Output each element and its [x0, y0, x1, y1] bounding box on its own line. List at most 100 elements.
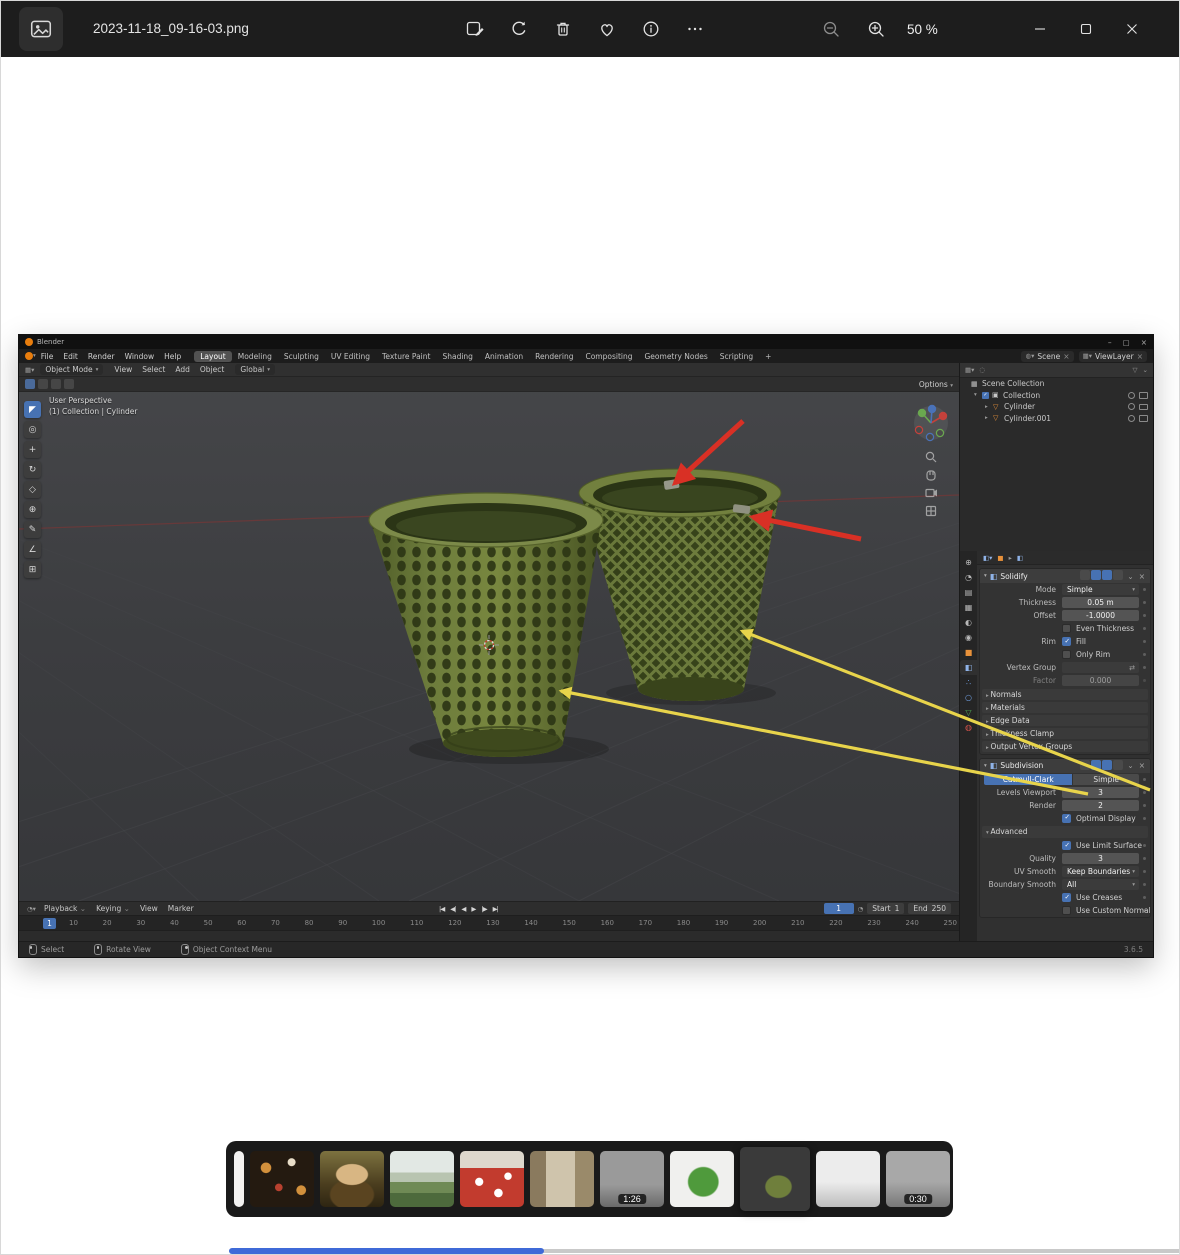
hide-in-viewport-icon[interactable]	[1128, 415, 1135, 422]
property-row[interactable]: Thickness Clamp ▾ ⇄	[982, 728, 1148, 740]
modifier-properties-icon[interactable]: ◧▾	[983, 554, 992, 562]
thumbnail-interior[interactable]	[530, 1151, 594, 1207]
extra-toggle[interactable]	[1113, 760, 1123, 770]
transform-tool[interactable]: ⊕	[24, 501, 41, 518]
property-row[interactable]: Render 2 ▾ ⇄	[980, 799, 1150, 812]
current-frame-marker[interactable]: 1	[43, 918, 56, 929]
menu-item[interactable]: Window	[120, 352, 160, 361]
workspace-tab[interactable]: Shading	[436, 351, 478, 362]
transform-orientation-dropdown[interactable]: Global▾	[235, 364, 275, 375]
scale-tool[interactable]: ◇	[24, 481, 41, 498]
scene-tab-icon[interactable]: ◐	[960, 615, 977, 630]
photos-app-logo[interactable]	[19, 7, 63, 51]
workspace-tab[interactable]: Rendering	[529, 351, 579, 362]
checkbox[interactable]	[1062, 893, 1071, 902]
animate-dot-icon[interactable]	[1143, 601, 1146, 604]
thumbnail-landscape[interactable]	[390, 1151, 454, 1207]
property-row[interactable]: Output Vertex Groups ▾ ⇄	[982, 741, 1148, 753]
tool-settings-icon[interactable]	[25, 379, 35, 389]
value-field[interactable]: 3	[1062, 853, 1139, 864]
realtime-toggle[interactable]	[1091, 760, 1101, 770]
outliner-row[interactable]: ▾ ✓ ▣ Collection	[960, 390, 1153, 402]
modifier-header[interactable]: ▾ ◧ Solidify ⌄ ×	[980, 569, 1150, 583]
thumbnail-white-cylinder[interactable]	[816, 1151, 880, 1207]
object-data-tab-icon[interactable]: ▽	[960, 705, 977, 720]
value-field[interactable]: 0.000	[1062, 675, 1139, 686]
blender-close-icon[interactable]: ×	[1141, 338, 1147, 347]
zoom-level[interactable]: 50 %	[907, 22, 938, 37]
render-toggle[interactable]	[1102, 760, 1112, 770]
animate-dot-icon[interactable]	[1143, 666, 1146, 669]
hide-in-viewport-icon[interactable]	[1128, 392, 1135, 399]
world-tab-icon[interactable]: ◉	[960, 630, 977, 645]
add-primitive-tool[interactable]: ⊞	[24, 561, 41, 578]
viewport-menu-item[interactable]: Select	[137, 365, 170, 374]
modifier-name[interactable]: Solidify	[1000, 572, 1076, 581]
viewport-menu-item[interactable]: View	[109, 365, 137, 374]
modifier-header[interactable]: ▾ ◧ Subdivision ⌄ ×	[980, 759, 1150, 773]
blender-maximize-icon[interactable]: ▢	[1123, 338, 1130, 347]
menu-item[interactable]: File	[36, 352, 59, 361]
zoom-out-button[interactable]	[813, 11, 849, 47]
thumbnail-floral[interactable]	[250, 1151, 314, 1207]
menu-item[interactable]: Help	[159, 352, 186, 361]
animate-dot-icon[interactable]	[1143, 883, 1146, 886]
property-row[interactable]: UV Smooth Keep Boundaries ▾ ⇄	[980, 865, 1150, 878]
edit-mode-toggle[interactable]	[1080, 760, 1090, 770]
view-layer-tab-icon[interactable]: ▦	[960, 600, 977, 615]
blender-minimize-icon[interactable]: –	[1108, 338, 1112, 347]
jump-to-end-button[interactable]: ▶|	[493, 905, 498, 913]
play-reverse-button[interactable]: ◀	[461, 905, 465, 913]
animate-dot-icon[interactable]	[1143, 804, 1146, 807]
thumbnail-partial[interactable]	[234, 1151, 244, 1207]
options-dropdown[interactable]: Options ▾	[919, 380, 953, 389]
modifier-extras-icon[interactable]: ⌄	[1126, 572, 1134, 581]
edit-image-button[interactable]	[457, 11, 493, 47]
property-row[interactable]: Use Custom Normals ▾ ⇄	[980, 904, 1150, 917]
object-tab-icon[interactable]: ■	[960, 645, 977, 660]
clock-editor-icon[interactable]: ◔▾	[27, 905, 36, 913]
timeline-menu-item[interactable]: Playback	[44, 904, 86, 913]
extra-toggle[interactable]	[1113, 570, 1123, 580]
timeline-ruler[interactable]: 1 10203040506070809010011012013014015016…	[19, 915, 959, 930]
chevron-down-icon[interactable]: ⌄	[1143, 366, 1148, 374]
view-layer-selector[interactable]: ▦▾ ViewLayer ×	[1079, 351, 1147, 362]
cursor-tool[interactable]: ◎	[24, 421, 41, 438]
property-row[interactable]: Even Thickness ▾ ⇄	[980, 622, 1150, 635]
modifier-name[interactable]: Subdivision	[1000, 761, 1076, 770]
tool-tab-icon[interactable]: ⊕	[960, 555, 977, 570]
workspace-tab[interactable]: Geometry Nodes	[639, 351, 714, 362]
favorite-button[interactable]	[589, 11, 625, 47]
value-field[interactable]: 3	[1062, 787, 1139, 798]
filmstrip-scrollbar-thumb[interactable]	[229, 1248, 544, 1254]
property-row[interactable]: Use Limit Surface ▾ ⇄	[980, 839, 1150, 852]
modifier-close-icon[interactable]: ×	[1138, 572, 1146, 581]
animate-dot-icon[interactable]	[1143, 778, 1146, 781]
measure-tool[interactable]: ∠	[24, 541, 41, 558]
play-button[interactable]: ▶	[471, 905, 475, 913]
workspace-tab[interactable]: UV Editing	[325, 351, 376, 362]
rotate-button[interactable]	[501, 11, 537, 47]
animate-dot-icon[interactable]	[1143, 791, 1146, 794]
animate-dot-icon[interactable]	[1143, 588, 1146, 591]
expand-arrow-icon[interactable]: ▾	[984, 573, 987, 579]
search-icon[interactable]: ◌	[979, 366, 985, 374]
timeline-menu-item[interactable]: Keying	[96, 904, 130, 913]
clear-icon[interactable]: ×	[1063, 352, 1069, 361]
delete-button[interactable]	[545, 11, 581, 47]
checkbox[interactable]	[1062, 624, 1071, 633]
workspace-tab[interactable]: Modeling	[232, 351, 278, 362]
blender-app-menu-icon[interactable]	[25, 352, 33, 360]
outliner-row[interactable]: ▸ ✓ ▽ Cylinder.001	[960, 413, 1153, 425]
more-options-button[interactable]	[677, 11, 713, 47]
animate-dot-icon[interactable]	[1143, 627, 1146, 630]
zoom-in-button[interactable]	[858, 11, 894, 47]
viewport-3d[interactable]: Options ▾	[19, 377, 959, 901]
realtime-toggle[interactable]	[1091, 570, 1101, 580]
modifier-extras-icon[interactable]: ⌄	[1126, 761, 1134, 770]
animate-dot-icon[interactable]	[1143, 870, 1146, 873]
property-row[interactable]: Offset -1.0000 ▾ ⇄	[980, 609, 1150, 622]
value-field[interactable]: 2	[1062, 800, 1139, 811]
animate-dot-icon[interactable]	[1143, 857, 1146, 860]
workspace-tab[interactable]: Scripting	[714, 351, 759, 362]
